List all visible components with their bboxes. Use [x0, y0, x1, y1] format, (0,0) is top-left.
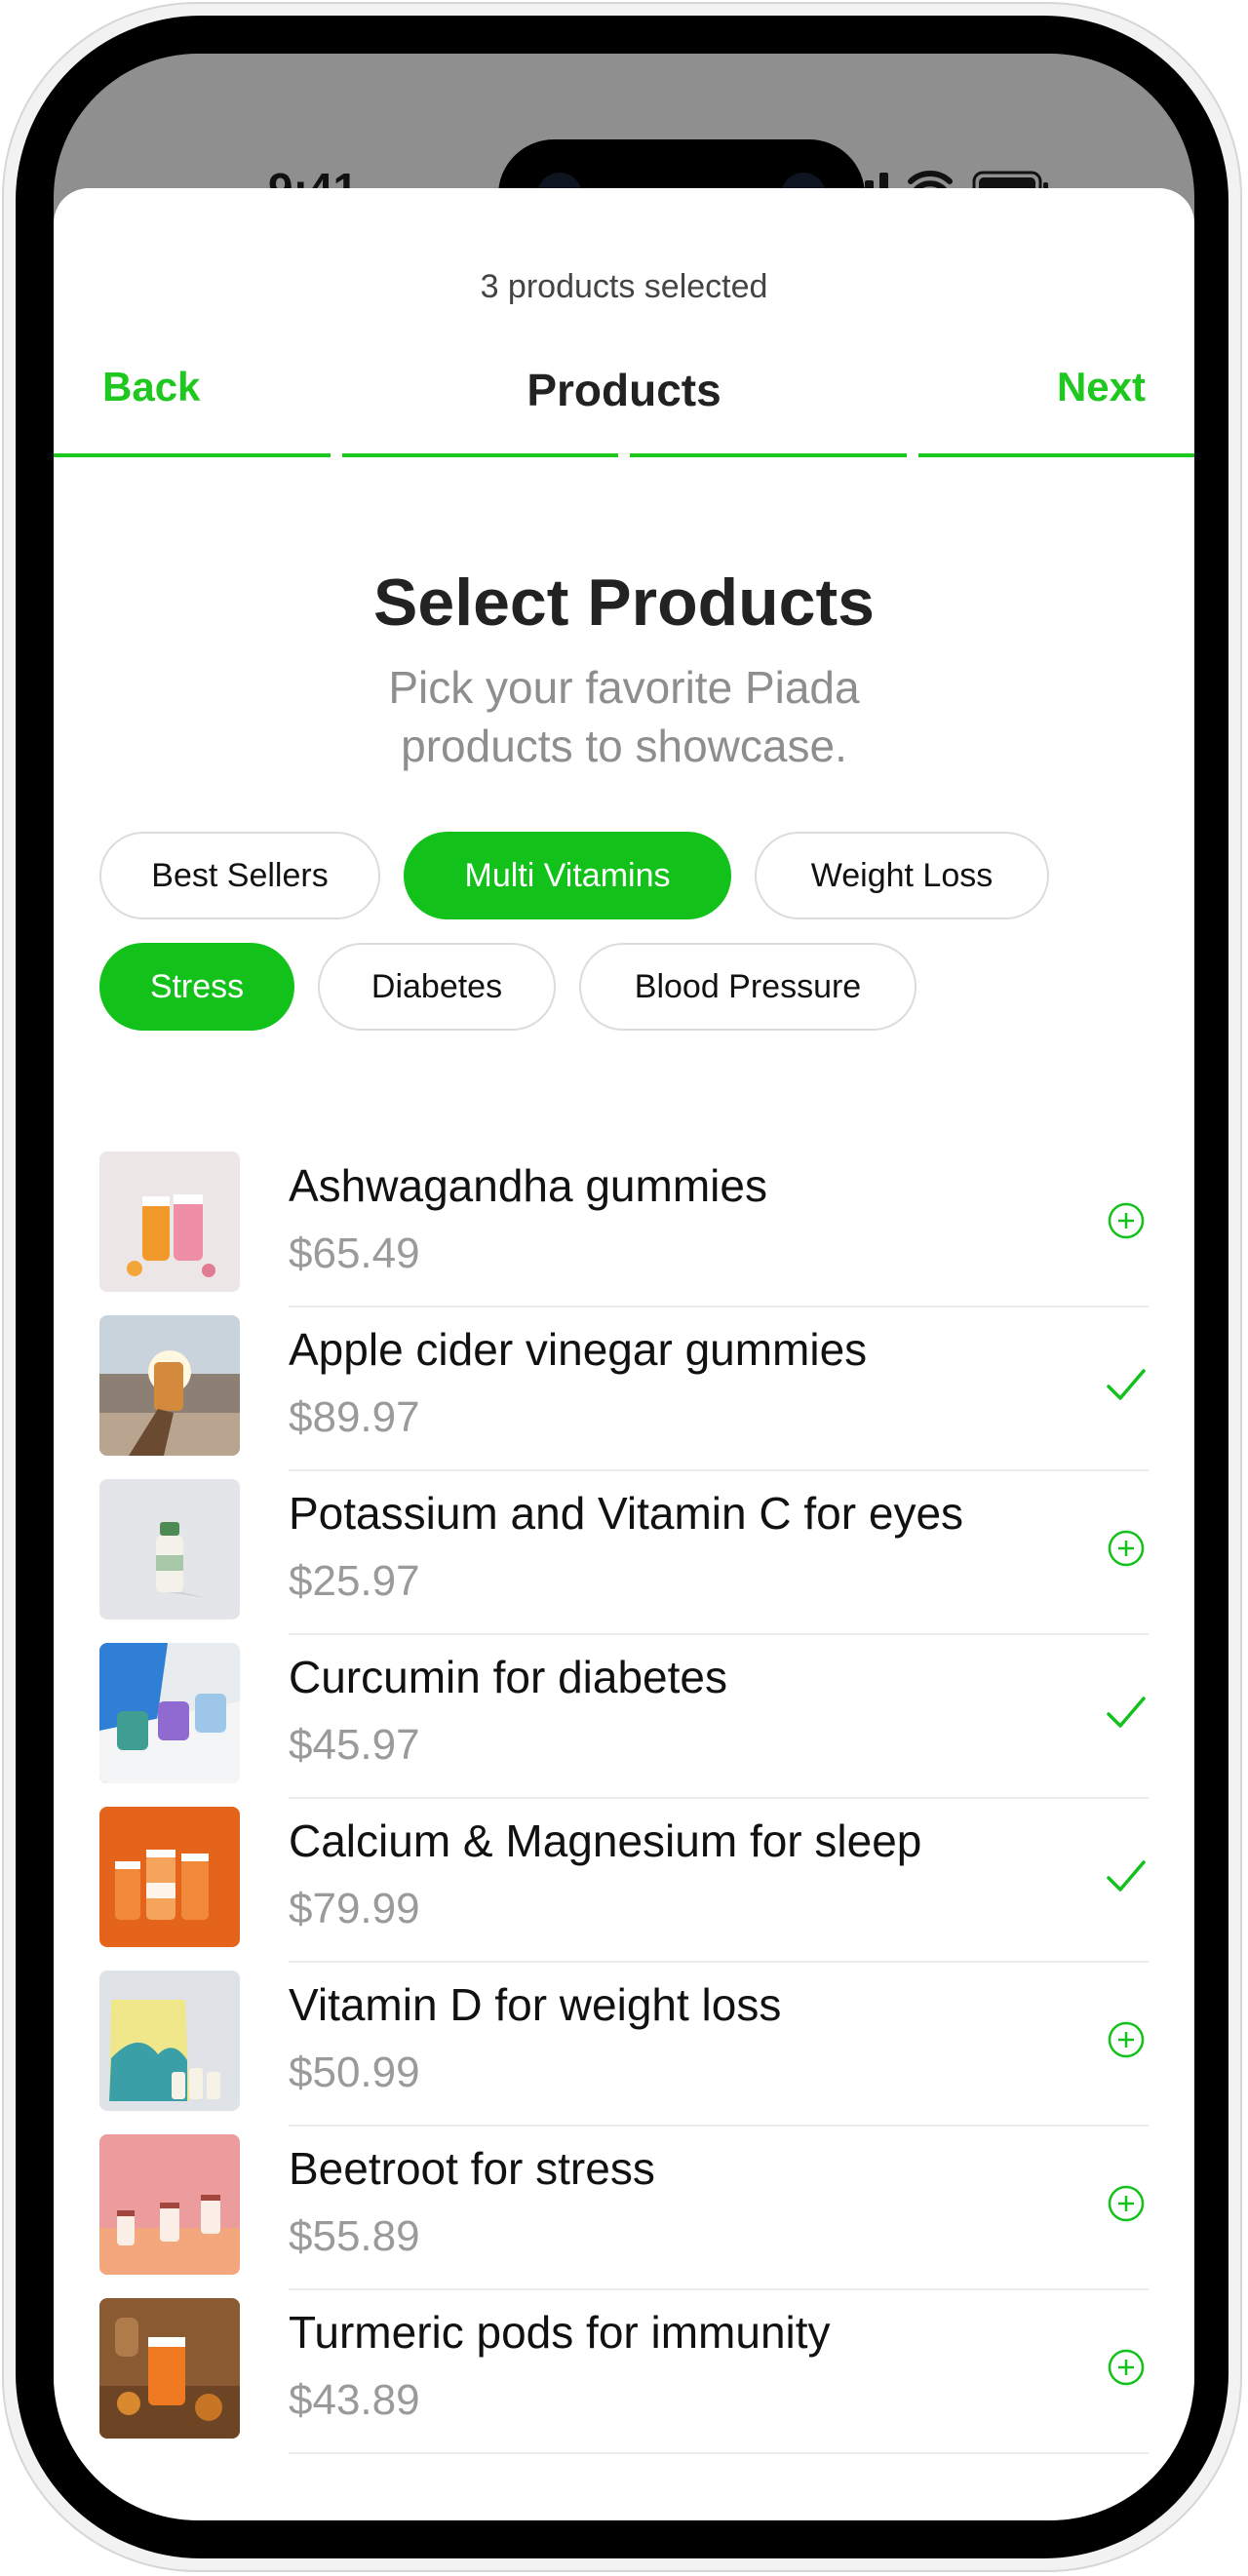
product-price: $55.89 — [289, 2212, 420, 2260]
screen: 9:41 3 products selected Back Products N… — [54, 54, 1194, 2520]
hero-title: Select Products — [373, 566, 875, 640]
product-price: $89.97 — [289, 1393, 420, 1441]
progress-segment — [341, 453, 618, 457]
product-thumbnail — [99, 1971, 240, 2111]
plus-circle-icon — [1108, 2021, 1145, 2058]
filter-chips: Best Sellers Multi Vitamins Weight Loss … — [99, 832, 1149, 1031]
product-price: $45.97 — [289, 1721, 420, 1769]
product-name: Beetroot for stress — [289, 2143, 655, 2194]
product-row-curcumin[interactable]: Curcumin for diabetes $45.97 — [99, 1635, 1149, 1799]
filter-chip-multi-vitamins[interactable]: Multi Vitamins — [404, 832, 731, 919]
filter-chip-blood-pressure[interactable]: Blood Pressure — [579, 943, 916, 1031]
step-progress — [54, 453, 1194, 457]
hero-subtitle: Pick your favorite Piada products to sho… — [388, 662, 860, 771]
row-divider — [289, 2452, 1149, 2454]
product-row-vitamin-d[interactable]: Vitamin D for weight loss $50.99 — [99, 1963, 1149, 2127]
plus-circle-icon — [1108, 2349, 1145, 2386]
progress-segment — [917, 453, 1194, 457]
product-thumbnail — [99, 1479, 240, 1620]
filter-chip-best-sellers[interactable]: Best Sellers — [99, 832, 380, 919]
next-button[interactable]: Next — [1057, 364, 1146, 410]
product-thumbnail — [99, 1807, 240, 1947]
product-name: Potassium and Vitamin C for eyes — [289, 1488, 964, 1539]
filter-chip-diabetes[interactable]: Diabetes — [318, 943, 556, 1031]
page-title: Products — [526, 365, 722, 415]
product-row-apple-cider[interactable]: Apple cider vinegar gummies $89.97 — [99, 1308, 1149, 1471]
product-thumbnail — [99, 1151, 240, 1292]
product-sheet: 3 products selected Back Products Next S… — [54, 188, 1194, 2520]
product-name: Turmeric pods for immunity — [289, 2307, 831, 2358]
product-row-potassium[interactable]: Potassium and Vitamin C for eyes $25.97 — [99, 1471, 1149, 1635]
product-name: Ashwagandha gummies — [289, 1160, 767, 1211]
filter-chip-stress[interactable]: Stress — [99, 943, 294, 1031]
plus-circle-icon — [1108, 1202, 1145, 1239]
product-price: $25.97 — [289, 1557, 420, 1605]
product-thumbnail — [99, 1643, 240, 1783]
selected-product-button[interactable] — [1104, 1362, 1149, 1407]
add-product-button[interactable] — [1104, 1198, 1149, 1243]
product-row-ashwagandha[interactable]: Ashwagandha gummies $65.49 — [99, 1144, 1149, 1308]
add-product-button[interactable] — [1104, 2345, 1149, 2390]
progress-segment — [630, 453, 907, 457]
product-price: $43.89 — [289, 2376, 420, 2424]
checkmark-icon — [1107, 1697, 1146, 1728]
product-price: $65.49 — [289, 1229, 420, 1277]
checkmark-icon — [1107, 1369, 1146, 1400]
product-name: Apple cider vinegar gummies — [289, 1324, 868, 1375]
plus-circle-icon — [1108, 1530, 1145, 1567]
add-product-button[interactable] — [1104, 2181, 1149, 2226]
product-price: $79.99 — [289, 1885, 420, 1932]
product-row-turmeric[interactable]: Turmeric pods for immunity $43.89 — [99, 2290, 1149, 2454]
plus-circle-icon — [1108, 2185, 1145, 2222]
selection-count: 3 products selected — [480, 268, 768, 305]
checkmark-icon — [1107, 1860, 1146, 1892]
product-name: Vitamin D for weight loss — [289, 1979, 782, 2030]
product-name: Calcium & Magnesium for sleep — [289, 1815, 922, 1866]
product-thumbnail — [99, 2298, 240, 2439]
product-name: Curcumin for diabetes — [289, 1652, 727, 1702]
product-thumbnail — [99, 2134, 240, 2275]
product-row-beetroot[interactable]: Beetroot for stress $55.89 — [99, 2127, 1149, 2290]
product-price: $50.99 — [289, 2049, 420, 2096]
selected-product-button[interactable] — [1104, 1690, 1149, 1735]
filter-chip-weight-loss[interactable]: Weight Loss — [755, 832, 1049, 919]
add-product-button[interactable] — [1104, 1526, 1149, 1571]
product-row-calcium[interactable]: Calcium & Magnesium for sleep $79.99 — [99, 1799, 1149, 1963]
add-product-button[interactable] — [1104, 2017, 1149, 2062]
progress-segment — [54, 453, 331, 457]
product-list: Ashwagandha gummies $65.49 Apple cider v… — [99, 1144, 1149, 2454]
selected-product-button[interactable] — [1104, 1854, 1149, 1898]
product-thumbnail — [99, 1315, 240, 1456]
